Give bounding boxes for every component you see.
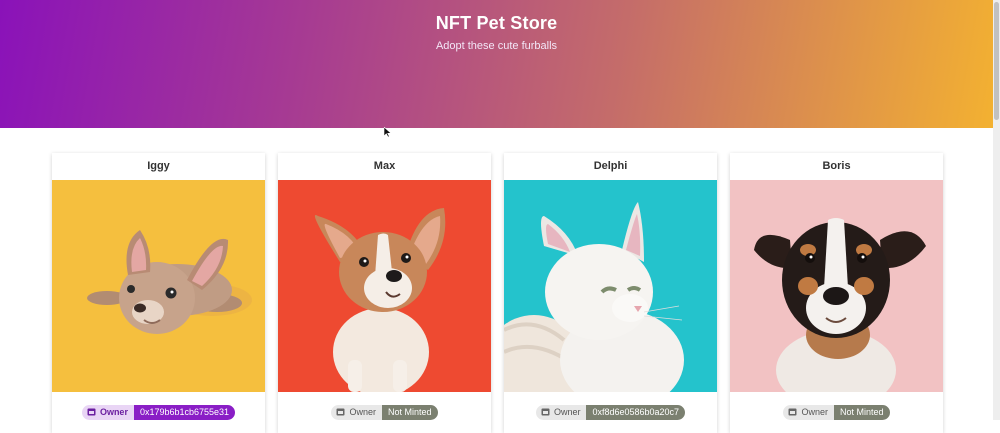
owner-label-badge: Owner: [535, 405, 587, 420]
mouse-cursor-icon: [384, 127, 392, 137]
not-minted-badge[interactable]: Not Minted: [381, 405, 438, 420]
pet-name: Iggy: [147, 160, 170, 172]
pet-photo-boris: [730, 180, 943, 392]
pet-card-delphi[interactable]: Delphi Owner 0xf8d6e0586b0a20c7: [504, 153, 717, 433]
store-icon: [87, 408, 96, 416]
store-icon: [788, 408, 797, 416]
owner-row: Owner Not Minted: [278, 405, 491, 420]
owner-row: Owner Not Minted: [730, 405, 943, 420]
store-icon: [336, 408, 345, 416]
pet-photo-iggy: [52, 180, 265, 392]
pet-name: Max: [373, 160, 396, 172]
owner-label-badge: Owner: [783, 405, 834, 420]
hero-banner: NFT Pet Store Adopt these cute furballs: [0, 0, 993, 128]
owner-row: Owner 0xf8d6e0586b0a20c7: [504, 405, 717, 420]
store-icon: [541, 408, 550, 416]
pet-name: Boris: [822, 160, 851, 172]
pet-photo-max: [278, 180, 491, 392]
pet-card-boris[interactable]: Boris Owner Not Minted: [730, 153, 943, 433]
owner-address-badge[interactable]: 0xf8d6e0586b0a20c7: [586, 405, 686, 420]
page-title: NFT Pet Store: [435, 13, 558, 33]
pet-name: Delphi: [593, 160, 628, 172]
owner-address-badge[interactable]: 0x179b6b1cb6755e31: [133, 405, 236, 420]
pet-photo-delphi: [504, 180, 717, 392]
pet-card-max[interactable]: Max Owner Not Minted: [278, 153, 491, 433]
page-subtitle: Adopt these cute furballs: [435, 40, 558, 52]
not-minted-badge[interactable]: Not Minted: [833, 405, 890, 420]
scrollbar-thumb[interactable]: [994, 2, 999, 120]
vertical-scrollbar[interactable]: [993, 0, 1000, 420]
owner-row: Owner 0x179b6b1cb6755e31: [52, 405, 265, 420]
owner-label-badge: Owner: [331, 405, 382, 420]
pet-card-iggy[interactable]: Iggy Owner 0x179b6b1cb6755e31: [52, 153, 265, 433]
owner-label-badge: Owner: [81, 405, 134, 420]
